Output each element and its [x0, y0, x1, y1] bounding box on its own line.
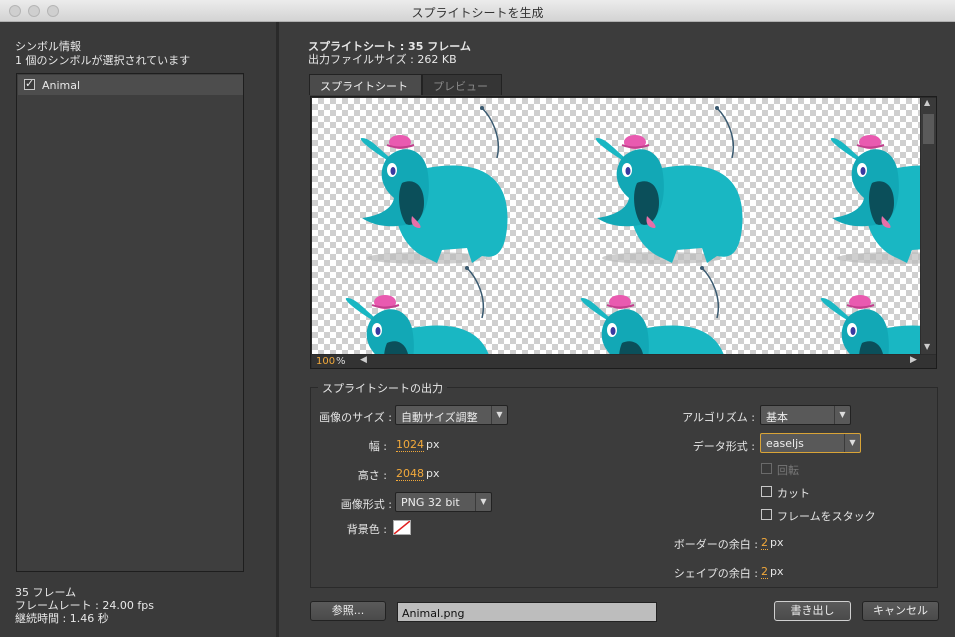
- algorithm-label: アルゴリズム :: [682, 411, 755, 424]
- rotate-label: 回転: [777, 464, 799, 477]
- width-value[interactable]: 1024: [396, 438, 424, 452]
- scroll-thumb[interactable]: [923, 114, 934, 144]
- width-unit: px: [426, 438, 440, 451]
- horizontal-scrollbar[interactable]: 100 % ◀ ▶: [312, 355, 936, 368]
- height-unit: px: [426, 467, 440, 480]
- scroll-right-icon[interactable]: ▶: [910, 355, 917, 365]
- chevron-down-icon: ▼: [491, 406, 507, 424]
- scroll-left-icon[interactable]: ◀: [360, 355, 367, 365]
- data-format-label: データ形式 :: [692, 440, 755, 453]
- image-format-label: 画像形式 :: [340, 498, 392, 511]
- background-color-label: 背景色 :: [346, 523, 387, 536]
- export-button[interactable]: 書き出し: [774, 601, 851, 621]
- title-bar: スプライトシートを生成: [0, 0, 955, 22]
- trim-checkbox[interactable]: [761, 486, 772, 497]
- stack-frames-label: フレームをスタック: [777, 510, 876, 523]
- border-padding-value[interactable]: 2: [761, 536, 768, 550]
- height-label: 高さ :: [357, 469, 387, 482]
- algorithm-value: 基本: [766, 411, 788, 424]
- height-value[interactable]: 2048: [396, 467, 424, 481]
- algorithm-dropdown[interactable]: 基本 ▼: [760, 405, 851, 425]
- list-item[interactable]: Animal: [18, 75, 243, 95]
- border-padding-label: ボーダーの余白 :: [673, 538, 758, 551]
- zoom-level[interactable]: 100: [316, 356, 335, 367]
- cancel-button[interactable]: キャンセル: [862, 601, 939, 621]
- border-padding-unit: px: [770, 536, 784, 549]
- preview-canvas: [312, 98, 920, 354]
- image-size-label: 画像のサイズ :: [319, 411, 392, 424]
- symbol-list: Animal: [16, 73, 244, 572]
- shape-padding-unit: px: [770, 565, 784, 578]
- window-title: スプライトシートを生成: [411, 6, 544, 20]
- image-format-value: PNG 32 bit: [401, 496, 460, 509]
- data-format-dropdown[interactable]: easeljs ▼: [760, 433, 861, 453]
- elephant-sprites: [344, 105, 920, 354]
- vertical-scrollbar[interactable]: ▲ ▼: [921, 98, 936, 354]
- data-format-value: easeljs: [766, 437, 804, 450]
- chevron-down-icon: ▼: [834, 406, 850, 424]
- image-size-value: 自動サイズ調整: [401, 411, 478, 424]
- zoom-unit: %: [336, 356, 346, 367]
- symbol-name: Animal: [42, 79, 81, 92]
- output-file-size: 出力ファイルサイズ : 262 KB: [308, 53, 457, 66]
- chevron-down-icon: ▼: [475, 493, 491, 511]
- background-color-swatch[interactable]: [393, 520, 411, 535]
- output-settings-legend: スプライトシートの出力: [318, 380, 447, 396]
- output-path-input[interactable]: Animal.png: [397, 602, 657, 622]
- stack-frames-checkbox[interactable]: [761, 509, 772, 520]
- duration: 継続時間 : 1.46 秒: [15, 612, 109, 625]
- tab-preview[interactable]: プレビュー: [422, 74, 502, 95]
- scroll-down-icon[interactable]: ▼: [924, 342, 930, 351]
- symbol-checkbox[interactable]: [24, 77, 35, 90]
- selection-count: 1 個のシンボルが選択されています: [15, 54, 191, 67]
- width-label: 幅 :: [368, 440, 387, 453]
- shape-padding-label: シェイプの余白 :: [673, 567, 758, 580]
- tab-spritesheet[interactable]: スプライトシート: [309, 74, 422, 95]
- shape-padding-value[interactable]: 2: [761, 565, 768, 579]
- browse-button[interactable]: 参照...: [310, 601, 386, 621]
- spritesheet-preview: ▲ ▼ 100 % ◀ ▶: [310, 96, 937, 369]
- chevron-down-icon: ▼: [844, 434, 860, 452]
- image-size-dropdown[interactable]: 自動サイズ調整 ▼: [395, 405, 508, 425]
- image-format-dropdown[interactable]: PNG 32 bit ▼: [395, 492, 492, 512]
- no-color-icon: [393, 520, 411, 535]
- scroll-up-icon[interactable]: ▲: [924, 98, 930, 107]
- rotate-checkbox[interactable]: [761, 463, 772, 474]
- trim-label: カット: [777, 487, 810, 500]
